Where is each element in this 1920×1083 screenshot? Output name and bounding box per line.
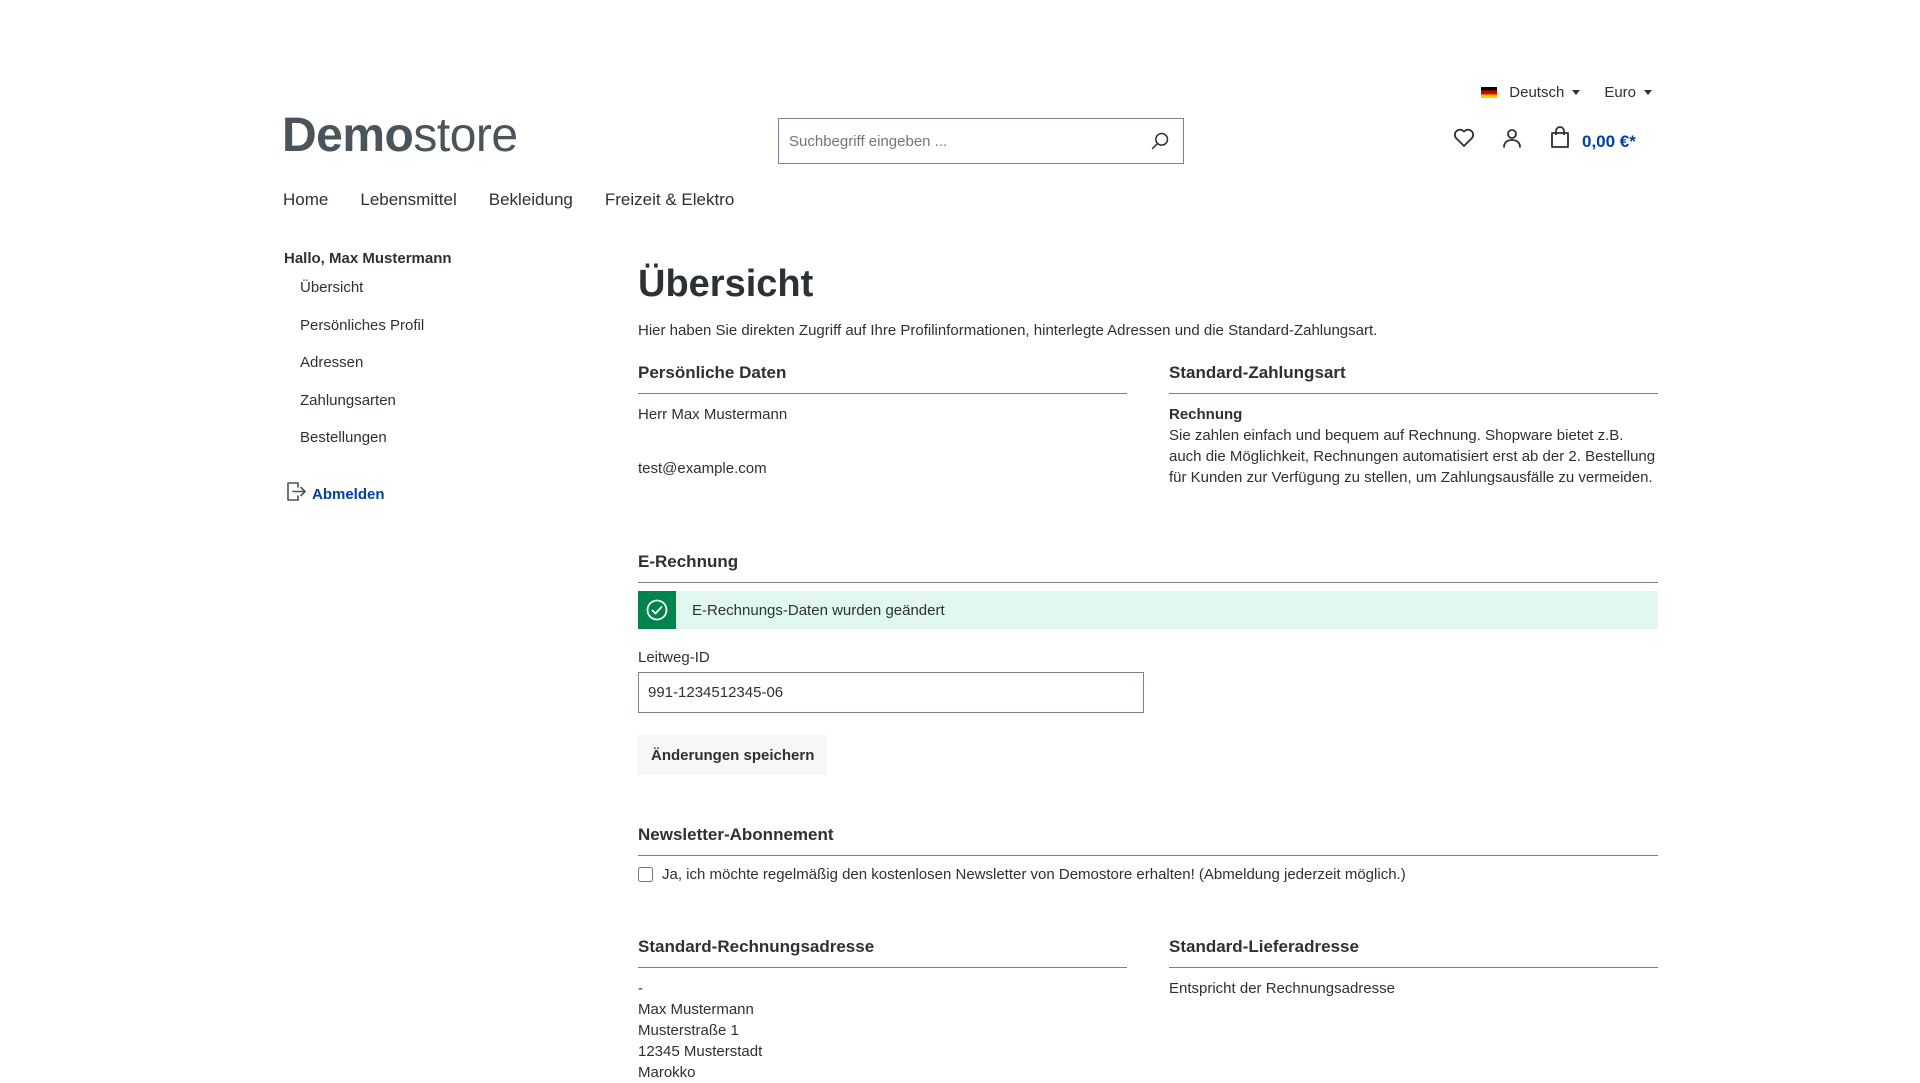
- search-input[interactable]: [779, 119, 1137, 163]
- cart-button[interactable]: 0,00 €*: [1548, 124, 1636, 152]
- personal-name: Herr Max Mustermann: [638, 406, 788, 423]
- nav-item-bekleidung[interactable]: Bekleidung: [489, 190, 573, 210]
- logout-label: Abmelden: [312, 485, 385, 503]
- logo-bold: Demo: [282, 109, 414, 162]
- sidebar-item-addresses[interactable]: Adressen: [300, 354, 363, 371]
- personal-data-title: Persönliche Daten: [638, 363, 1127, 394]
- profile-payment-row: Persönliche Daten Herr Max Mustermann te…: [638, 363, 1658, 488]
- save-changes-button[interactable]: Änderungen speichern: [638, 735, 828, 775]
- newsletter-title: Newsletter-Abonnement: [638, 825, 1658, 856]
- sidebar-item-profile[interactable]: Persönliches Profil: [300, 317, 424, 334]
- success-alert: E-Rechnungs-Daten wurden geändert: [638, 591, 1658, 629]
- payment-method-name: Rechnung: [1169, 406, 1243, 423]
- currency-dropdown[interactable]: Euro: [1604, 84, 1652, 101]
- einvoice-section: E-Rechnung E-Rechnungs-Daten wurden geän…: [638, 552, 1658, 775]
- newsletter-label: Ja, ich möchte regelmäßig den kostenlose…: [662, 866, 1406, 883]
- sidebar-item: Bestellungen: [300, 429, 584, 467]
- caret-down-icon: [1572, 90, 1581, 95]
- page-intro: Hier haben Sie direkten Zugriff auf Ihre…: [638, 322, 1378, 339]
- page-title: Übersicht: [638, 263, 814, 305]
- billing-address: - Max Mustermann Musterstraße 1 12345 Mu…: [638, 978, 1127, 1083]
- store-logo[interactable]: Demostore: [282, 108, 518, 164]
- newsletter-option[interactable]: Ja, ich möchte regelmäßig den kostenlose…: [638, 866, 1658, 883]
- user-icon: [1503, 129, 1521, 148]
- check-circle-icon: [646, 599, 668, 621]
- payment-method-card: Standard-Zahlungsart Rechnung Sie zahlen…: [1169, 363, 1658, 488]
- payment-method-description: Sie zahlen einfach und bequem auf Rechnu…: [1169, 427, 1656, 486]
- account-button[interactable]: [1500, 126, 1524, 150]
- sidebar-greeting: Hallo, Max Mustermann: [284, 250, 452, 267]
- sidebar-item: Übersicht: [300, 279, 584, 317]
- billing-address-title: Standard-Rechnungsadresse: [638, 937, 1127, 968]
- sidebar-item: Adressen: [300, 354, 584, 392]
- account-menu: Übersicht Persönliches Profil Adressen Z…: [284, 279, 584, 467]
- address-line: -: [638, 980, 643, 997]
- nav-item-freizeit-elektro[interactable]: Freizeit & Elektro: [605, 190, 734, 210]
- logout-link[interactable]: Abmelden: [284, 479, 584, 503]
- heart-icon: [1453, 128, 1475, 147]
- shopping-bag-icon: [1551, 126, 1569, 148]
- language-label: Deutsch: [1509, 84, 1565, 101]
- leitweg-id-input[interactable]: [638, 672, 1144, 713]
- newsletter-section: Newsletter-Abonnement Ja, ich möchte reg…: [638, 825, 1658, 883]
- search-bar: [778, 118, 1184, 164]
- address-line: Max Mustermann: [638, 1001, 754, 1018]
- search-button[interactable]: [1137, 119, 1183, 163]
- account-overview: Übersicht Hier haben Sie direkten Zugrif…: [638, 262, 1658, 1083]
- cart-total: 0,00 €*: [1582, 132, 1636, 151]
- shipping-address-text: Entspricht der Rechnungsadresse: [1169, 980, 1395, 997]
- newsletter-checkbox[interactable]: [638, 867, 653, 882]
- sidebar-item: Zahlungsarten: [300, 392, 584, 430]
- header-actions: 0,00 €*: [1452, 124, 1636, 152]
- sidebar-item-orders[interactable]: Bestellungen: [300, 429, 387, 446]
- sidebar-item-overview[interactable]: Übersicht: [300, 279, 363, 296]
- address-line: 12345 Musterstadt: [638, 1043, 763, 1060]
- nav-item-home[interactable]: Home: [283, 190, 328, 210]
- account-sidebar: Hallo, Max Mustermann Übersicht Persönli…: [284, 250, 584, 503]
- search-icon: [1151, 132, 1169, 150]
- alert-icon-box: [638, 591, 676, 629]
- alert-message: E-Rechnungs-Daten wurden geändert: [692, 601, 945, 619]
- shipping-address-title: Standard-Lieferadresse: [1169, 937, 1658, 968]
- main-navigation: Home Lebensmittel Bekleidung Freizeit & …: [283, 190, 734, 210]
- nav-item-lebensmittel[interactable]: Lebensmittel: [360, 190, 456, 210]
- language-dropdown[interactable]: Deutsch: [1481, 84, 1581, 101]
- personal-data-card: Persönliche Daten Herr Max Mustermann te…: [638, 363, 1127, 488]
- address-row: Standard-Rechnungsadresse - Max Musterma…: [638, 937, 1658, 1083]
- einvoice-title: E-Rechnung: [638, 552, 1658, 583]
- logout-icon: [287, 481, 306, 501]
- leitweg-id-label: Leitweg-ID: [638, 649, 710, 666]
- address-line: Musterstraße 1: [638, 1022, 739, 1039]
- currency-label: Euro: [1604, 84, 1636, 101]
- wishlist-button[interactable]: [1452, 126, 1476, 150]
- logo-light: store: [413, 109, 518, 162]
- top-bar: Deutsch Euro: [1481, 84, 1652, 101]
- sidebar-item-payment-methods[interactable]: Zahlungsarten: [300, 392, 396, 409]
- sidebar-item: Persönliches Profil: [300, 317, 584, 355]
- billing-address-card: Standard-Rechnungsadresse - Max Musterma…: [638, 937, 1127, 1083]
- germany-flag-icon: [1481, 87, 1498, 98]
- personal-email: test@example.com: [638, 460, 767, 477]
- payment-method-title: Standard-Zahlungsart: [1169, 363, 1658, 394]
- shipping-address-card: Standard-Lieferadresse Entspricht der Re…: [1169, 937, 1658, 1083]
- caret-down-icon: [1644, 90, 1652, 95]
